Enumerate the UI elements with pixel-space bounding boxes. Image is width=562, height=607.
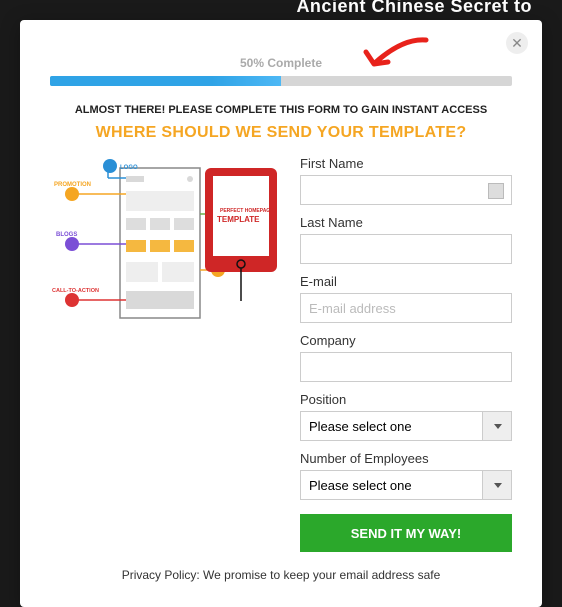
svg-text:PERFECT HOMEPAGE: PERFECT HOMEPAGE — [220, 208, 274, 214]
progress-section: 50% Complete — [50, 56, 512, 86]
progress-fill — [50, 76, 281, 86]
close-icon: ✕ — [511, 35, 523, 52]
modal-overlay: ✕ 50% Complete ALMOST THERE! PLEASE COMP… — [0, 0, 562, 556]
progress-bar — [50, 76, 512, 86]
employees-label: Number of Employees — [300, 451, 512, 466]
first-name-label: First Name — [300, 156, 512, 171]
position-label: Position — [300, 392, 512, 407]
svg-text:CALL-TO-ACTION: CALL-TO-ACTION — [52, 288, 99, 294]
template-illustration: LOGO PROMOTION LEAD MAGNET BLOGS REVIEWS… — [50, 156, 280, 336]
position-select[interactable]: Please select one — [300, 411, 512, 441]
company-label: Company — [300, 333, 512, 348]
email-input[interactable] — [300, 293, 512, 323]
company-input[interactable] — [300, 352, 512, 382]
submit-button[interactable]: SEND IT MY WAY! — [300, 514, 512, 552]
lead-form: First Name Last Name E-mail Company — [300, 156, 512, 552]
close-button[interactable]: ✕ — [506, 32, 528, 54]
lead-capture-modal: ✕ 50% Complete ALMOST THERE! PLEASE COMP… — [20, 20, 542, 607]
email-label: E-mail — [300, 274, 512, 289]
last-name-label: Last Name — [300, 215, 512, 230]
progress-label: 50% Complete — [50, 56, 512, 70]
svg-text:TEMPLATE: TEMPLATE — [217, 215, 260, 224]
first-name-input[interactable] — [300, 175, 512, 205]
svg-text:BLOGS: BLOGS — [56, 232, 77, 238]
subheadline: ALMOST THERE! PLEASE COMPLETE THIS FORM … — [50, 104, 512, 116]
annotation-arrow-icon — [358, 34, 438, 74]
privacy-text: Privacy Policy: We promise to keep your … — [50, 568, 512, 582]
main-headline: WHERE SHOULD WE SEND YOUR TEMPLATE? — [50, 124, 512, 142]
employees-select[interactable]: Please select one — [300, 470, 512, 500]
svg-text:PROMOTION: PROMOTION — [54, 182, 91, 188]
svg-text:LOGO: LOGO — [120, 165, 138, 171]
last-name-input[interactable] — [300, 234, 512, 264]
